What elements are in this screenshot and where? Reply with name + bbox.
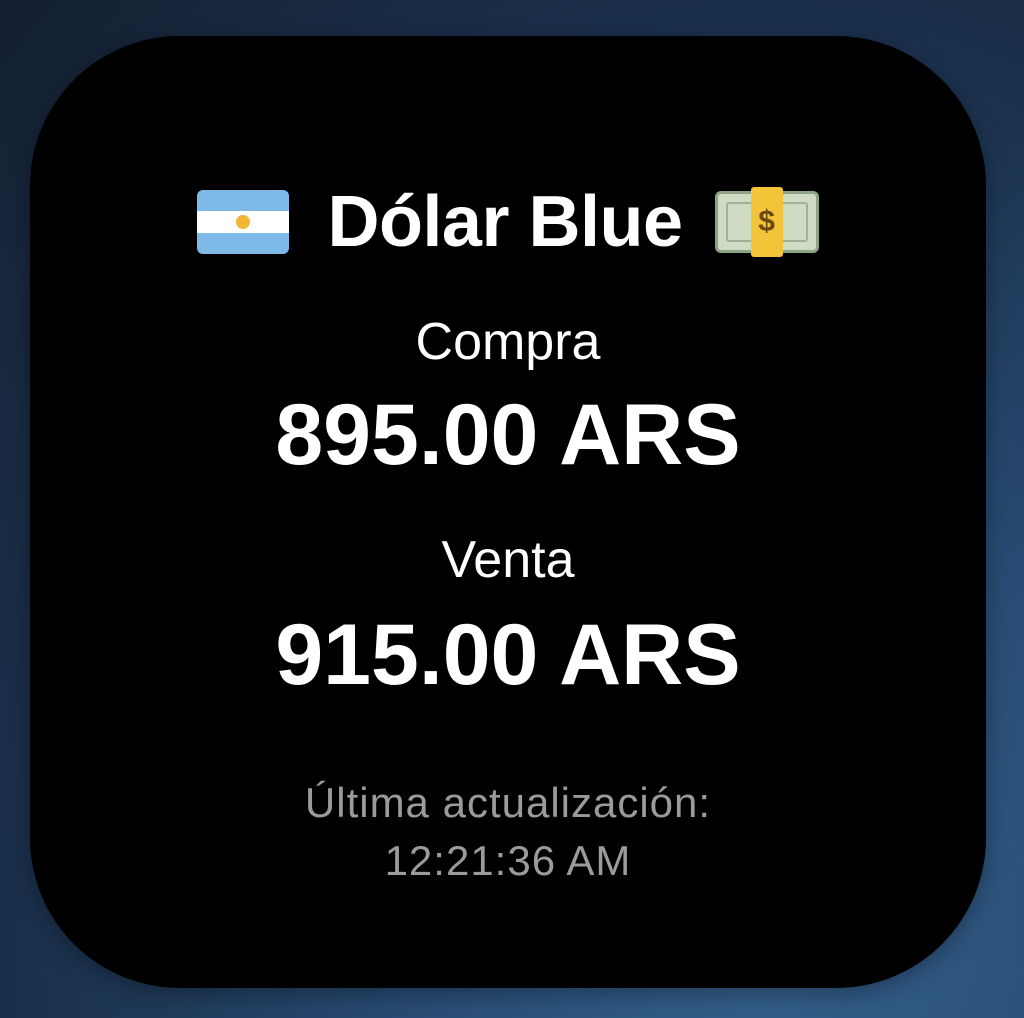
last-update-time: 12:21:36 AM <box>384 837 632 884</box>
argentina-flag-icon <box>197 190 290 254</box>
money-bag-icon: $ <box>714 187 819 257</box>
compra-label: Compra <box>415 313 601 371</box>
compra-value: 895.00 ARS <box>275 387 741 483</box>
widget-title: Dólar Blue <box>327 182 683 262</box>
widget-header: Dólar Blue $ <box>30 186 986 258</box>
last-update-label: Última actualización: <box>304 779 712 826</box>
venta-value: 915.00 ARS <box>275 607 741 703</box>
venta-label: Venta <box>441 531 575 589</box>
dolar-blue-widget[interactable]: Dólar Blue $ Compra 895.00 ARS Venta 915… <box>30 36 986 988</box>
